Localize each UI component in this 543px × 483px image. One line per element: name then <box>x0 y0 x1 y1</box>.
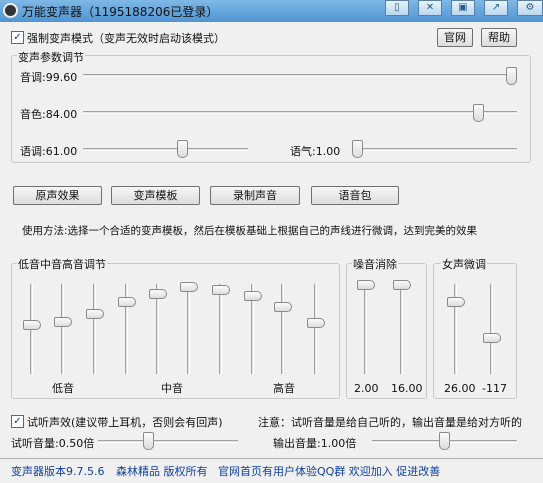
forced-mode-checkbox[interactable]: ✓ <box>11 31 24 44</box>
monitor-label: 试听声效(建议带上耳机，否则会有回声) <box>27 416 223 429</box>
tone-slider[interactable] <box>352 140 363 158</box>
eq-high-label: 高音 <box>273 382 295 395</box>
noise-value-1: 2.00 <box>354 382 379 395</box>
record-voice-button[interactable]: 录制声音 <box>210 186 300 205</box>
noise-group-title: 噪音消除 <box>352 256 398 272</box>
output-volume-slider[interactable] <box>439 432 450 450</box>
homepage-link[interactable]: 官网首页有用户体验QQ群 欢迎加入 促进改善 <box>218 463 440 479</box>
app-logo-icon <box>3 3 18 18</box>
noise-track-2 <box>400 284 403 374</box>
eq-group-title: 低音中音高音调节 <box>17 256 107 272</box>
timbre-track <box>83 111 517 114</box>
speech-track <box>83 148 248 151</box>
params-group-title: 变声参数调节 <box>17 49 85 65</box>
female-slider-1[interactable] <box>447 297 465 307</box>
pitch-slider[interactable] <box>506 67 517 85</box>
voice-pack-button[interactable]: 语音包 <box>311 186 399 205</box>
speech-label: 语调:61.00 <box>20 145 78 158</box>
eq-slider-5[interactable] <box>149 289 167 299</box>
listen-volume-label: 试听音量:0.50倍 <box>11 437 95 450</box>
eq-slider-7[interactable] <box>212 285 230 295</box>
eq-track-10 <box>314 284 317 374</box>
timbre-slider[interactable] <box>473 104 484 122</box>
pitch-track <box>83 74 517 77</box>
copyright-link[interactable]: 森林精品 版权所有 <box>116 463 208 479</box>
eq-track-2 <box>61 284 64 374</box>
female-track-2 <box>490 284 493 374</box>
speech-slider[interactable] <box>177 140 188 158</box>
female-value-2: -117 <box>482 382 507 395</box>
female-slider-2[interactable] <box>483 333 501 343</box>
save-icon[interactable]: ▣ <box>451 0 475 16</box>
eq-slider-1[interactable] <box>23 320 41 330</box>
female-group-title: 女声微调 <box>441 256 487 272</box>
monitor-note: 注意：试听音量是给自己听的，输出音量是给对方听的 <box>258 416 522 429</box>
title-bar: 万能变声器（1195188206已登录） ▯ ✕ ▣ ↗ ⚙ <box>0 0 543 22</box>
shrink-icon[interactable]: ✕ <box>418 0 442 16</box>
female-value-1: 26.00 <box>444 382 476 395</box>
timbre-label: 音色:84.00 <box>20 108 78 121</box>
eq-slider-2[interactable] <box>54 317 72 327</box>
noise-track-1 <box>364 284 367 374</box>
eq-track-7 <box>219 284 222 374</box>
help-button[interactable]: 帮助 <box>481 28 517 47</box>
voice-template-button[interactable]: 变声模板 <box>111 186 200 205</box>
footer-separator <box>0 458 543 459</box>
noise-value-2: 16.00 <box>391 382 423 395</box>
version-link[interactable]: 变声器版本9.7.5.6 <box>11 463 104 479</box>
window-title: 万能变声器（1195188206已登录） <box>22 5 219 19</box>
restore-icon[interactable]: ▯ <box>385 0 409 16</box>
listen-volume-slider[interactable] <box>143 432 154 450</box>
female-group <box>433 263 517 399</box>
usage-text: 使用方法:选择一个合适的变声模板，然后在模板基础上根据自己的声线进行微调，达到完… <box>22 225 478 237</box>
params-group <box>11 55 531 163</box>
tone-label: 语气:1.00 <box>290 145 341 158</box>
gear-icon[interactable]: ⚙ <box>517 0 543 16</box>
official-site-button[interactable]: 官网 <box>437 28 473 47</box>
eq-slider-10[interactable] <box>307 318 325 328</box>
share-icon[interactable]: ↗ <box>484 0 508 16</box>
eq-track-9 <box>281 284 284 374</box>
eq-slider-9[interactable] <box>274 302 292 312</box>
eq-slider-8[interactable] <box>244 291 262 301</box>
listen-volume-track <box>98 440 238 443</box>
eq-track-3 <box>93 284 96 374</box>
eq-mid-label: 中音 <box>161 382 183 395</box>
noise-slider-2[interactable] <box>393 280 411 290</box>
pitch-label: 音调:99.60 <box>20 71 78 84</box>
eq-low-label: 低音 <box>52 382 74 395</box>
eq-slider-4[interactable] <box>118 297 136 307</box>
eq-slider-6[interactable] <box>180 282 198 292</box>
eq-track-6 <box>187 284 190 374</box>
monitor-checkbox[interactable]: ✓ <box>11 415 24 428</box>
noise-slider-1[interactable] <box>357 280 375 290</box>
original-voice-button[interactable]: 原声效果 <box>13 186 102 205</box>
output-volume-label: 输出音量:1.00倍 <box>273 437 357 450</box>
eq-slider-3[interactable] <box>86 309 104 319</box>
tone-track <box>352 148 517 151</box>
forced-mode-label: 强制变声模式（变声无效时启动该模式） <box>27 32 225 45</box>
